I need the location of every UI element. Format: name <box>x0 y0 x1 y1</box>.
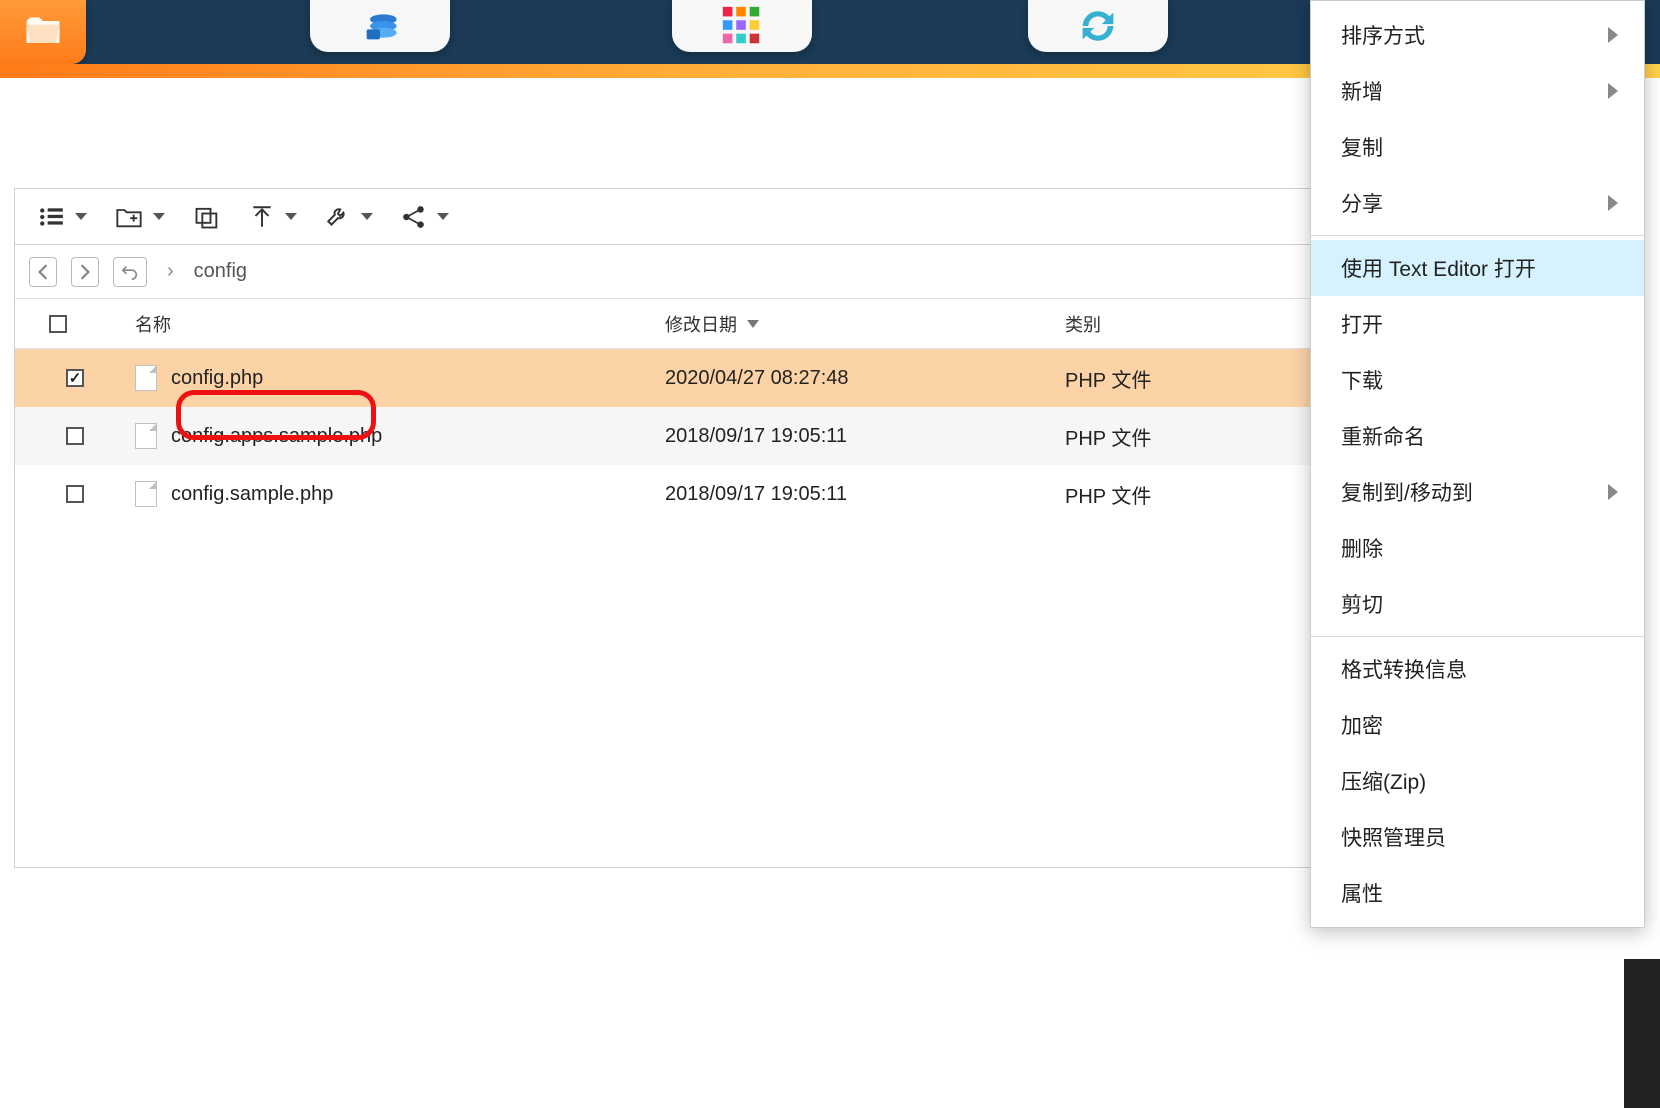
copy-icon <box>193 205 221 229</box>
header-modified[interactable]: 修改日期 <box>655 311 1055 337</box>
ctx-properties[interactable]: 属性 <box>1311 865 1644 921</box>
file-row[interactable]: config.sample.php 2018/09/17 19:05:11 PH… <box>15 465 1327 523</box>
checkbox-icon[interactable] <box>66 485 84 503</box>
ctx-copy[interactable]: 复制 <box>1311 119 1644 175</box>
ctx-open[interactable]: 打开 <box>1311 296 1644 352</box>
nav-back-button[interactable] <box>29 257 57 287</box>
file-modified: 2018/09/17 19:05:11 <box>665 425 847 448</box>
chevron-down-icon <box>75 213 87 220</box>
file-row[interactable]: config.php 2020/04/27 08:27:48 PHP 文件 <box>15 349 1327 407</box>
ctx-download[interactable]: 下载 <box>1311 352 1644 408</box>
breadcrumb-current[interactable]: config <box>194 260 247 283</box>
nav-up-button[interactable] <box>113 257 147 287</box>
menu-separator <box>1311 235 1644 236</box>
file-modified: 2018/09/17 19:05:11 <box>665 483 847 506</box>
ctx-sort[interactable]: 排序方式 <box>1311 7 1644 63</box>
menu-separator <box>1311 636 1644 637</box>
chevron-down-icon <box>437 213 449 220</box>
undo-icon <box>121 263 139 281</box>
chevron-down-icon <box>285 213 297 220</box>
ctx-share[interactable]: 分享 <box>1311 175 1644 231</box>
view-mode-button[interactable] <box>29 200 97 234</box>
ctx-transcode[interactable]: 格式转换信息 <box>1311 641 1644 697</box>
tools-button[interactable] <box>315 199 383 235</box>
context-menu: 排序方式 新增 复制 分享 使用 Text Editor 打开 打开 下载 重新… <box>1310 0 1645 928</box>
list-icon <box>39 206 65 228</box>
checkbox-checked-icon[interactable] <box>66 369 84 387</box>
dock-app-sync[interactable] <box>1028 0 1168 52</box>
nav-forward-button[interactable] <box>71 257 99 287</box>
chevron-right-icon <box>1608 195 1618 211</box>
file-category: PHP 文件 <box>1065 480 1151 509</box>
dock-app-grid[interactable] <box>672 0 812 52</box>
file-name: config.apps.sample.php <box>171 425 382 448</box>
file-category: PHP 文件 <box>1065 422 1151 451</box>
file-icon <box>135 423 157 449</box>
chevron-down-icon <box>153 213 165 220</box>
column-header-row: 名称 修改日期 类别 <box>15 299 1327 349</box>
folder-plus-icon <box>115 205 143 229</box>
ctx-cut[interactable]: 剪切 <box>1311 576 1644 632</box>
ctx-encrypt[interactable]: 加密 <box>1311 697 1644 753</box>
file-browser-panel: › config 名称 修改日期 类别 config.php 2020/04/2… <box>14 188 1328 868</box>
file-modified: 2020/04/27 08:27:48 <box>665 367 849 390</box>
sync-icon <box>1075 3 1121 49</box>
chevron-right-icon <box>1608 484 1618 500</box>
file-rows: config.php 2020/04/27 08:27:48 PHP 文件 co… <box>15 349 1327 523</box>
file-icon <box>135 365 157 391</box>
file-icon <box>135 481 157 507</box>
upload-button[interactable] <box>239 199 307 235</box>
ctx-delete[interactable]: 删除 <box>1311 520 1644 576</box>
stack-disks-icon <box>356 6 404 46</box>
upload-icon <box>249 205 275 229</box>
header-checkbox-cell[interactable] <box>15 315 125 333</box>
copy-button[interactable] <box>183 199 231 235</box>
ctx-snapshot[interactable]: 快照管理员 <box>1311 809 1644 865</box>
share-button[interactable] <box>391 199 459 235</box>
ctx-copymove[interactable]: 复制到/移动到 <box>1311 464 1644 520</box>
ctx-new[interactable]: 新增 <box>1311 63 1644 119</box>
dock-app-photos[interactable] <box>310 0 450 52</box>
ctx-rename[interactable]: 重新命名 <box>1311 408 1644 464</box>
file-row[interactable]: config.apps.sample.php 2018/09/17 19:05:… <box>15 407 1327 465</box>
toolbar <box>15 189 1327 245</box>
chevron-right-icon <box>79 264 91 280</box>
wrench-icon <box>325 205 351 229</box>
file-name: config.php <box>171 367 263 390</box>
nav-row: › config <box>15 245 1327 299</box>
chevron-down-icon <box>361 213 373 220</box>
share-icon <box>401 205 427 229</box>
chevron-left-icon <box>37 264 49 280</box>
chevron-right-icon <box>1608 27 1618 43</box>
color-grid-icon <box>719 3 765 49</box>
file-name: config.sample.php <box>171 483 333 506</box>
header-name[interactable]: 名称 <box>125 311 655 337</box>
header-category[interactable]: 类别 <box>1055 311 1315 337</box>
ctx-open-text-editor[interactable]: 使用 Text Editor 打开 <box>1311 240 1644 296</box>
folder-open-icon <box>21 10 65 54</box>
breadcrumb-separator: › <box>167 260 174 283</box>
sort-desc-icon <box>747 320 759 328</box>
chevron-right-icon <box>1608 83 1618 99</box>
edge-strip <box>1624 959 1660 1108</box>
dock-file-manager[interactable] <box>0 0 86 64</box>
checkbox-icon[interactable] <box>66 427 84 445</box>
checkbox-icon <box>49 315 67 333</box>
new-folder-button[interactable] <box>105 199 175 235</box>
ctx-zip[interactable]: 压缩(Zip) <box>1311 753 1644 809</box>
file-category: PHP 文件 <box>1065 364 1151 393</box>
